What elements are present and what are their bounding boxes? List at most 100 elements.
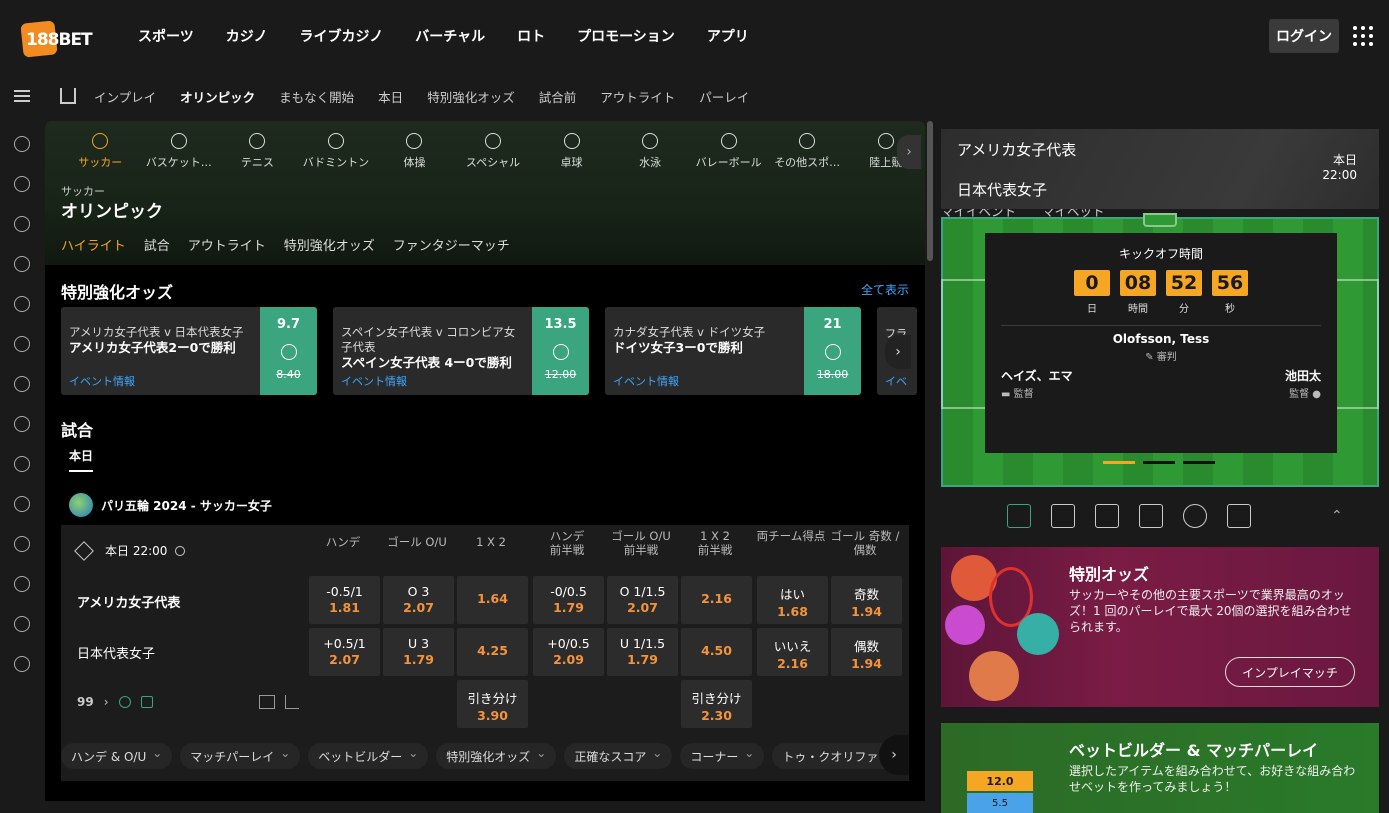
soccer-icon[interactable]	[14, 136, 30, 152]
hamburger-menu-icon[interactable]	[14, 87, 30, 105]
sport-tab-other[interactable]: その他スポ…	[768, 131, 847, 170]
draw-odds-cell[interactable]: 引き分け 3.90	[457, 680, 528, 728]
odds-cell[interactable]: 奇数 1.94	[831, 576, 902, 624]
gymnastics-icon[interactable]	[14, 376, 30, 392]
away-team-name[interactable]: 日本代表女子	[77, 643, 155, 662]
market-chip[interactable]: ベットビルダー	[308, 743, 429, 769]
volleyball-icon[interactable]	[14, 576, 30, 592]
odds-cell[interactable]: -0/0.5 1.79	[533, 576, 604, 624]
pitch-icon[interactable]	[1007, 504, 1031, 528]
flag-icon[interactable]	[14, 216, 30, 232]
brand-logo[interactable]: 188BET	[20, 16, 93, 58]
event-info-link[interactable]: イベント情報	[613, 373, 679, 389]
chips-next-arrow-icon[interactable]: ›	[879, 735, 909, 775]
odds-cell[interactable]: いいえ 2.16	[757, 628, 828, 676]
draw-odds-cell-half[interactable]: 引き分け 2.30	[681, 680, 752, 728]
sports-bar-next-arrow-icon[interactable]: ›	[897, 135, 921, 169]
collapse-toggle-icon[interactable]	[1143, 213, 1177, 227]
event-info-link[interactable]: イベ	[885, 373, 907, 389]
tab-matches[interactable]: 試合	[144, 235, 170, 254]
tab-fantasy-match[interactable]: ファンタジーマッチ	[393, 235, 510, 254]
chevron-up-icon[interactable]: ⌃	[1331, 508, 1343, 524]
main-nav-item-sports[interactable]: スポーツ	[138, 26, 194, 46]
trophy-icon[interactable]	[14, 416, 30, 432]
sport-tab-tennis[interactable]: テニス	[218, 131, 297, 170]
sub-nav-item-parlay[interactable]: パーレイ	[699, 87, 749, 106]
tennis-icon[interactable]	[14, 296, 30, 312]
main-nav-item-casino[interactable]: カジノ	[226, 26, 268, 46]
pitch-icon[interactable]	[258, 695, 275, 709]
inplay-match-button[interactable]: インプレイマッチ	[1225, 657, 1355, 687]
promo-special-odds[interactable]: 特別オッズ サッカーやその他の主要スポーツで業界最高のオッズ！1 回のパーレイで…	[941, 547, 1379, 707]
main-nav-item-virtual[interactable]: バーチャル	[415, 26, 485, 46]
odds-cell[interactable]: -0.5/1 1.81	[309, 576, 380, 624]
odds-cell[interactable]: 1.64	[457, 576, 528, 624]
promo-bet-builder[interactable]: 12.0 5.5 ベットビルダー & マッチパーレイ 選択したアイテムを組み合わ…	[941, 723, 1379, 813]
odds-cell[interactable]: +0/0.5 2.09	[533, 628, 604, 676]
plus-icon[interactable]	[14, 616, 30, 632]
badminton-icon[interactable]	[14, 336, 30, 352]
more-markets-count[interactable]: 99	[77, 695, 94, 709]
odds-cell[interactable]: +0.5/1 2.07	[309, 628, 380, 676]
tab-outright[interactable]: アウトライト	[188, 235, 266, 254]
sub-nav-item-inplay[interactable]: インプレイ	[94, 87, 156, 106]
jersey-icon[interactable]	[1139, 504, 1163, 528]
main-nav-item-promotions[interactable]: プロモーション	[577, 26, 675, 46]
odds-cell[interactable]: O 1/1.5 2.07	[607, 576, 678, 624]
vs-icon[interactable]	[1183, 504, 1207, 528]
tab-boosted-odds[interactable]: 特別強化オッズ	[284, 235, 375, 254]
stats-chart-icon[interactable]	[1051, 504, 1075, 528]
stats-badge-icon[interactable]	[140, 696, 153, 708]
sub-nav-item-boosted-odds[interactable]: 特別強化オッズ	[427, 87, 515, 106]
odds-cell[interactable]: U 1/1.5 1.79	[607, 628, 678, 676]
market-chip[interactable]: 正確なスコア	[564, 743, 673, 769]
microphone-icon[interactable]	[1095, 504, 1119, 528]
sub-nav-item-outright[interactable]: アウトライト	[600, 87, 675, 106]
boost-card[interactable]: カナダ女子代表 v ドイツ女子 ドイツ女子3ー0で勝利 イベント情報 21 18.…	[605, 307, 861, 395]
boost-card[interactable]: スペイン女子代表 v コロンビア女子代表 スペイン女子代表 4ー0で勝利 イベント…	[333, 307, 589, 395]
sport-tab-volleyball[interactable]: バレーボール	[689, 131, 768, 170]
sub-nav-item-olympics[interactable]: オリンピック	[180, 87, 255, 106]
sub-nav-item-starting-soon[interactable]: まもなく開始	[279, 87, 354, 106]
odds-cell[interactable]: 2.16	[681, 576, 752, 624]
boost-card[interactable]: アメリカ女子代表 v 日本代表女子 アメリカ女子代表2ー0で勝利 イベント情報 9…	[61, 307, 317, 395]
live-stream-icon[interactable]	[118, 696, 131, 708]
odds-cell[interactable]: O 3 2.07	[383, 576, 454, 624]
stats-chart-icon[interactable]	[284, 695, 299, 709]
home-icon[interactable]	[60, 88, 76, 104]
home-team-name[interactable]: アメリカ女子代表	[77, 592, 180, 611]
event-info-link[interactable]: イベント情報	[341, 373, 407, 389]
login-button[interactable]: ログイン	[1269, 19, 1339, 53]
carousel-dots[interactable]	[1103, 461, 1215, 464]
globe-icon[interactable]	[14, 256, 30, 272]
event-info-link[interactable]: イベント情報	[69, 373, 135, 389]
swimming-icon[interactable]	[14, 496, 30, 512]
competition-header[interactable]: パリ五輪 2024 - サッカー女子	[69, 493, 272, 517]
sub-nav-item-pre-match[interactable]: 試合前	[539, 87, 577, 106]
sport-tab-basketball[interactable]: バスケット…	[140, 131, 219, 170]
favorite-star-icon[interactable]	[74, 540, 94, 561]
shuttle-icon[interactable]	[14, 536, 30, 552]
boost-next-arrow-icon[interactable]: ›	[885, 335, 911, 369]
market-chip[interactable]: 特別強化オッズ	[436, 743, 557, 769]
boost-odd-button[interactable]: 13.5 12.00	[532, 307, 589, 395]
sport-tab-badminton[interactable]: バドミントン	[297, 131, 376, 170]
athletics-icon[interactable]	[14, 656, 30, 672]
odds-cell[interactable]: U 3 1.79	[383, 628, 454, 676]
sport-tab-special[interactable]: スペシャル	[454, 131, 533, 170]
scoreboard-icon[interactable]	[1227, 504, 1251, 528]
main-scrollbar[interactable]	[927, 121, 933, 261]
market-chip[interactable]: ハンデ & O/U	[61, 743, 173, 769]
main-nav-item-lotto[interactable]: ロト	[517, 26, 545, 46]
table-tennis-icon[interactable]	[14, 456, 30, 472]
tab-highlights[interactable]: ハイライト	[61, 235, 126, 254]
main-nav-item-app[interactable]: アプリ	[707, 26, 749, 46]
see-all-link[interactable]: 全て表示	[861, 281, 909, 298]
market-chip[interactable]: マッチパーレイ	[180, 743, 301, 769]
sport-tab-swimming[interactable]: 水泳	[611, 131, 690, 170]
odds-cell[interactable]: 4.25	[457, 628, 528, 676]
sport-tab-table-tennis[interactable]: 卓球	[532, 131, 611, 170]
apps-grid-icon[interactable]	[1353, 26, 1373, 46]
main-nav-item-live-casino[interactable]: ライブカジノ	[299, 26, 383, 46]
boost-odd-button[interactable]: 9.7 8.40	[260, 307, 317, 395]
